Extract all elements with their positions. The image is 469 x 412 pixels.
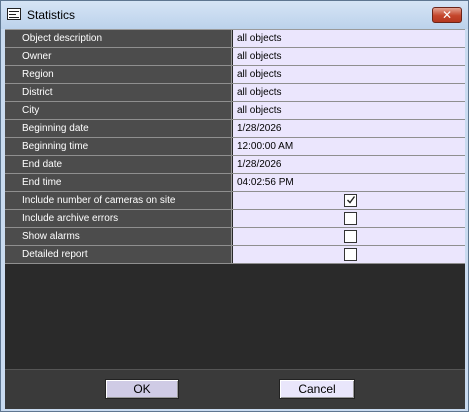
property-label: Beginning date [5,120,232,137]
property-row-region: Region all objects [5,66,465,84]
window-icon [7,8,21,20]
close-button[interactable]: ✕ [432,7,462,23]
property-row-beginning-time: Beginning time 12:00:00 AM [5,138,465,156]
property-value-beginning-time[interactable]: 12:00:00 AM [233,138,465,155]
property-label: Object description [5,30,232,47]
property-row-include-archive-errors: Include archive errors [5,210,465,228]
property-value-end-date[interactable]: 1/28/2026 [233,156,465,173]
property-value-district[interactable]: all objects [233,84,465,101]
property-label: Owner [5,48,232,65]
property-value-object-description[interactable]: all objects [233,30,465,47]
check-mark-icon [347,196,356,204]
window-title: Statistics [27,8,76,22]
dialog-client-area: Object description all objects Owner all… [5,29,465,409]
property-label: Beginning time [5,138,232,155]
property-value-cell [233,246,465,263]
property-label: End date [5,156,232,173]
button-bar: OK Cancel [5,369,465,409]
property-value-cell [233,228,465,245]
property-label: Include number of cameras on site [5,192,232,209]
include-cameras-checkbox[interactable] [344,194,357,207]
property-label: Show alarms [5,228,232,245]
include-archive-errors-checkbox[interactable] [344,212,357,225]
property-row-show-alarms: Show alarms [5,228,465,246]
show-alarms-checkbox[interactable] [344,230,357,243]
property-label: Region [5,66,232,83]
property-value-city[interactable]: all objects [233,102,465,119]
property-row-end-time: End time 04:02:56 PM [5,174,465,192]
property-label: Include archive errors [5,210,232,227]
property-label: End time [5,174,232,191]
property-row-detailed-report: Detailed report [5,246,465,264]
detailed-report-checkbox[interactable] [344,248,357,261]
property-row-owner: Owner all objects [5,48,465,66]
cancel-button[interactable]: Cancel [279,379,355,399]
property-row-beginning-date: Beginning date 1/28/2026 [5,120,465,138]
property-label: Detailed report [5,246,232,263]
statistics-window: Statistics ✕ Object description all obje… [0,0,469,412]
property-value-region[interactable]: all objects [233,66,465,83]
property-row-object-description: Object description all objects [5,30,465,48]
property-label: City [5,102,232,119]
ok-button[interactable]: OK [105,379,179,399]
property-label: District [5,84,232,101]
title-bar[interactable]: Statistics ✕ [1,1,468,29]
property-row-district: District all objects [5,84,465,102]
property-value-beginning-date[interactable]: 1/28/2026 [233,120,465,137]
property-grid: Object description all objects Owner all… [5,29,465,264]
property-value-cell [233,210,465,227]
property-row-city: City all objects [5,102,465,120]
property-row-include-cameras: Include number of cameras on site [5,192,465,210]
property-value-owner[interactable]: all objects [233,48,465,65]
property-value-end-time[interactable]: 04:02:56 PM [233,174,465,191]
property-row-end-date: End date 1/28/2026 [5,156,465,174]
property-value-cell [233,192,465,209]
close-icon: ✕ [441,8,453,22]
